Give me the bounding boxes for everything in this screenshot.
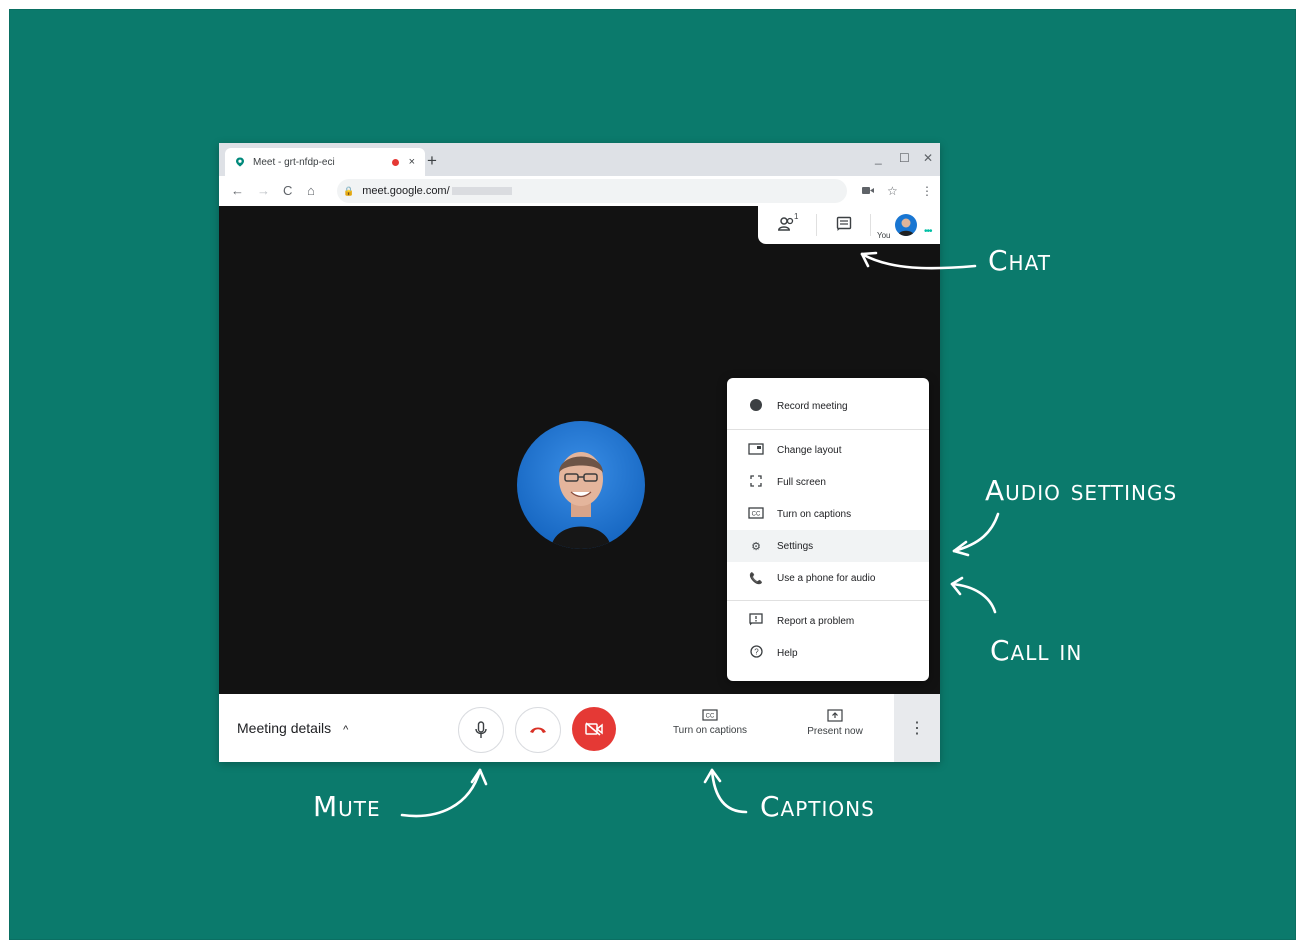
fullscreen-icon xyxy=(747,474,765,490)
meeting-details-label: Meeting details xyxy=(237,720,332,736)
tab-title: Meet - grt-nfdp-eci xyxy=(253,156,335,168)
menu-item-label: Turn on captions xyxy=(777,508,852,520)
url-text: meet.google.com/ xyxy=(362,185,450,197)
meeting-details-button[interactable]: Meeting details ^ xyxy=(237,720,348,736)
mute-button[interactable] xyxy=(458,707,504,753)
browser-toolbar: ← → C ⌂ 🔒 meet.google.com/ ☆ ⋮ xyxy=(219,176,940,207)
meeting-controls-bar: Meeting details ^ CC Turn on captions Pr… xyxy=(219,694,940,762)
annotation-captions: Captions xyxy=(760,790,875,823)
svg-text:CC: CC xyxy=(706,714,715,720)
menu-item-record-meeting[interactable]: Record meeting xyxy=(727,390,929,422)
menu-item-settings[interactable]: ⚙ Settings xyxy=(727,530,929,562)
annotation-audio-settings: Audio settings xyxy=(985,474,1178,507)
camera-permission-icon[interactable] xyxy=(862,186,874,195)
forward-button[interactable]: → xyxy=(257,183,270,198)
tab-close-icon[interactable]: × xyxy=(409,156,415,168)
tab-strip: Meet - grt-nfdp-eci × + _ ☐ ✕ xyxy=(219,143,940,176)
menu-item-label: Report a problem xyxy=(777,615,855,627)
more-options-button[interactable]: ⋮ xyxy=(894,694,940,762)
browser-window: Meet - grt-nfdp-eci × + _ ☐ ✕ ← → C ⌂ 🔒 … xyxy=(219,143,940,762)
divider xyxy=(816,214,817,236)
menu-item-full-screen[interactable]: Full screen xyxy=(727,466,929,498)
browser-tab-meet[interactable]: Meet - grt-nfdp-eci × xyxy=(225,148,425,176)
menu-item-label: Help xyxy=(777,647,798,659)
menu-item-label: Settings xyxy=(777,540,814,552)
reload-button[interactable]: C xyxy=(283,183,292,198)
participant-count: 1 xyxy=(794,212,799,221)
browser-menu-icon[interactable]: ⋮ xyxy=(921,184,933,198)
menu-item-label: Record meeting xyxy=(777,400,848,412)
close-window-button[interactable]: ✕ xyxy=(923,151,933,165)
more-options-menu: Record meeting Change layout Full screen… xyxy=(727,378,929,681)
menu-item-turn-on-captions[interactable]: CC Turn on captions xyxy=(727,498,929,530)
maximize-button[interactable]: ☐ xyxy=(899,151,910,165)
menu-item-phone-audio[interactable]: 📞 Use a phone for audio xyxy=(727,562,929,594)
present-label: Present now xyxy=(807,726,863,737)
menu-item-label: Use a phone for audio xyxy=(777,572,876,584)
record-icon xyxy=(747,398,765,414)
camera-off-button[interactable] xyxy=(572,707,616,751)
bookmark-star-icon[interactable]: ☆ xyxy=(887,184,898,198)
new-tab-button[interactable]: + xyxy=(427,151,437,171)
annotation-chat: Chat xyxy=(988,244,1051,277)
report-icon xyxy=(747,613,765,629)
svg-text:CC: CC xyxy=(752,511,761,517)
gear-icon: ⚙ xyxy=(751,540,761,553)
lock-icon: 🔒 xyxy=(343,185,355,196)
annotation-call-in: Call in xyxy=(990,634,1083,667)
minimize-button[interactable]: _ xyxy=(875,151,882,165)
meeting-stage: 1 You ••• Record meeting Change layout F… xyxy=(219,206,940,694)
microphone-icon xyxy=(475,721,487,738)
captions-button[interactable]: CC Turn on captions xyxy=(665,709,755,736)
top-right-panel: 1 You ••• xyxy=(758,206,940,244)
annotation-mute: Mute xyxy=(313,790,381,823)
self-label: You xyxy=(877,231,891,240)
chevron-up-icon: ^ xyxy=(343,724,349,736)
menu-divider xyxy=(727,600,929,601)
help-icon: ? xyxy=(747,645,765,661)
menu-item-label: Change layout xyxy=(777,444,842,456)
svg-text:?: ? xyxy=(754,647,759,656)
meet-favicon-icon xyxy=(236,157,244,167)
present-icon xyxy=(827,709,843,722)
menu-item-report-problem[interactable]: Report a problem xyxy=(727,605,929,637)
home-button[interactable]: ⌂ xyxy=(307,183,315,198)
menu-item-help[interactable]: ? Help xyxy=(727,637,929,669)
hang-up-icon xyxy=(530,727,546,733)
phone-icon: 📞 xyxy=(749,572,763,585)
divider xyxy=(870,214,871,236)
present-now-button[interactable]: Present now xyxy=(797,709,873,737)
leave-call-button[interactable] xyxy=(515,707,561,753)
menu-divider xyxy=(727,429,929,430)
self-avatar[interactable] xyxy=(895,214,917,236)
participant-avatar xyxy=(517,421,645,549)
menu-item-change-layout[interactable]: Change layout xyxy=(727,434,929,466)
camera-off-icon xyxy=(585,722,603,736)
captions-icon: CC xyxy=(747,506,765,522)
back-button[interactable]: ← xyxy=(231,183,244,198)
speaking-indicator-icon: ••• xyxy=(924,226,932,237)
blurred-url-segment xyxy=(451,187,512,195)
chat-icon[interactable] xyxy=(836,216,852,236)
layout-icon xyxy=(747,442,765,458)
captions-icon: CC xyxy=(702,709,718,721)
more-vert-icon: ⋮ xyxy=(909,720,925,737)
address-bar[interactable]: 🔒 meet.google.com/ xyxy=(337,179,847,203)
menu-item-label: Full screen xyxy=(777,476,826,488)
recording-indicator-icon xyxy=(391,158,399,166)
captions-label: Turn on captions xyxy=(672,725,748,736)
